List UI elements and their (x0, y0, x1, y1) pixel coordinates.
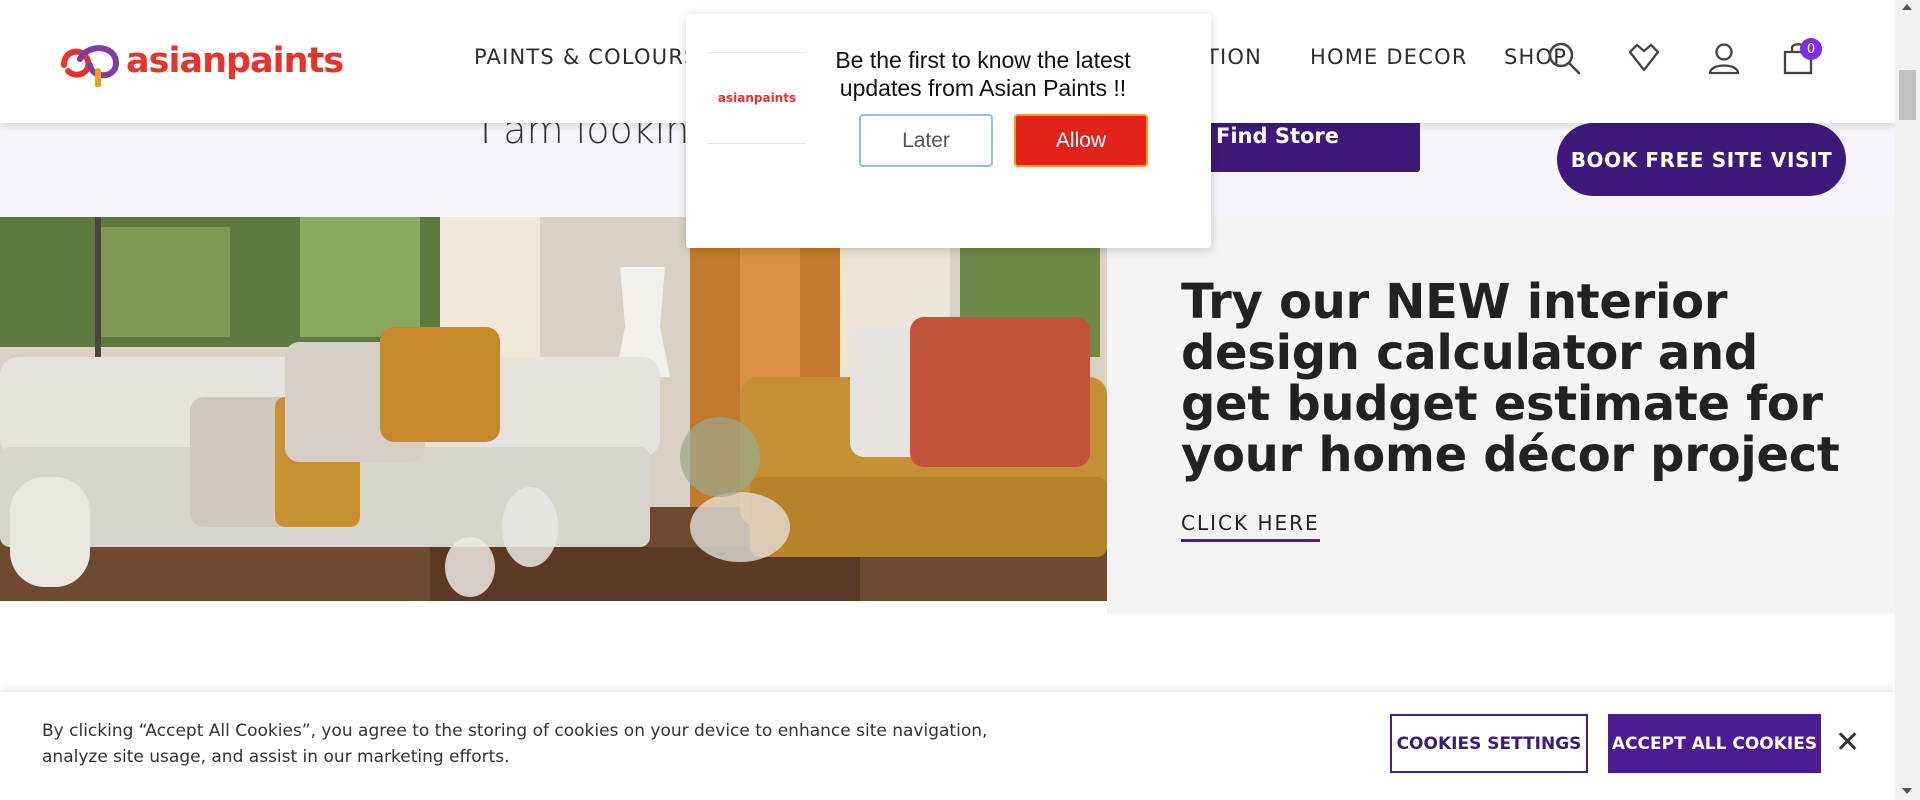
popup-message: Be the first to know the latest updates … (835, 47, 1131, 101)
popup-logo-text: asianpaints (717, 91, 797, 105)
search-icon[interactable] (1546, 40, 1582, 76)
living-room-image (0, 217, 1107, 601)
wishlist-icon[interactable] (1626, 40, 1662, 76)
later-button[interactable]: Later (859, 114, 993, 167)
popup-logo: asianpaints (708, 52, 806, 144)
promo-title: Try our NEW interior design calculator a… (1181, 274, 1840, 483)
nav-inspiration[interactable]: TION (1206, 45, 1262, 69)
cookie-banner: By clicking “Accept All Cookies”, you ag… (0, 692, 1895, 800)
click-here-link[interactable]: CLICK HERE (1181, 511, 1320, 542)
scroll-up-arrow-icon[interactable] (1902, 4, 1912, 10)
scroll-thumb[interactable] (1899, 70, 1916, 120)
cookies-settings-button[interactable]: COOKIES SETTINGS (1390, 714, 1588, 773)
accept-all-cookies-button[interactable]: ACCEPT ALL COOKIES (1608, 714, 1821, 773)
page-scrollbar[interactable] (1895, 0, 1920, 800)
allow-button[interactable]: Allow (1014, 114, 1148, 167)
nav-paints-colours[interactable]: PAINTS & COLOURS (474, 45, 699, 69)
logo-mark-icon (61, 45, 120, 87)
asianpaints-logo[interactable]: asianpaints (58, 35, 344, 87)
nav-home-decor[interactable]: HOME DECOR (1310, 45, 1468, 69)
user-icon[interactable] (1706, 40, 1742, 76)
cookie-consent-text: By clicking “Accept All Cookies”, you ag… (42, 721, 988, 767)
cart-count-badge: 0 (1800, 38, 1822, 60)
scroll-down-arrow-icon[interactable] (1902, 788, 1912, 794)
notification-permission-popup: asianpaints Be the first to know the lat… (686, 14, 1211, 248)
close-icon[interactable]: ✕ (1835, 725, 1860, 761)
book-free-site-visit-button[interactable]: BOOK FREE SITE VISIT (1557, 123, 1846, 196)
logo-text: asianpaints (126, 41, 344, 81)
